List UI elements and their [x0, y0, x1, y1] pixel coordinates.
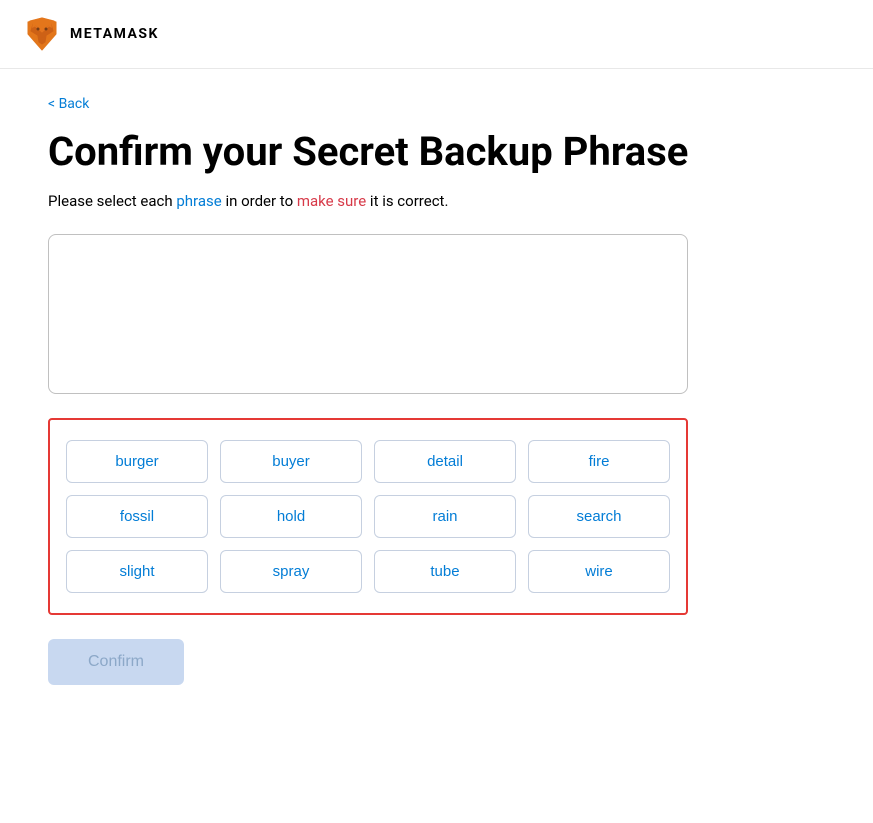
word-button-search[interactable]: search: [528, 495, 670, 538]
word-button-buyer[interactable]: buyer: [220, 440, 362, 483]
word-button-rain[interactable]: rain: [374, 495, 516, 538]
confirm-button[interactable]: Confirm: [48, 639, 184, 685]
page-title: Confirm your Secret Backup Phrase: [48, 128, 825, 176]
word-button-spray[interactable]: spray: [220, 550, 362, 593]
word-grid: burger buyer detail fire fossil hold rai…: [66, 440, 670, 593]
word-button-burger[interactable]: burger: [66, 440, 208, 483]
subtitle-after: it is correct.: [366, 192, 448, 210]
word-button-detail[interactable]: detail: [374, 440, 516, 483]
word-button-fossil[interactable]: fossil: [66, 495, 208, 538]
word-selection-area: burger buyer detail fire fossil hold rai…: [48, 418, 688, 615]
word-button-wire[interactable]: wire: [528, 550, 670, 593]
word-button-fire[interactable]: fire: [528, 440, 670, 483]
metamask-logo-icon: [24, 16, 60, 52]
main-content: < Back Confirm your Secret Backup Phrase…: [0, 69, 873, 709]
phrase-display-box: [48, 234, 688, 394]
subtitle: Please select each phrase in order to ma…: [48, 192, 825, 210]
header: METAMASK: [0, 0, 873, 69]
word-button-hold[interactable]: hold: [220, 495, 362, 538]
word-button-slight[interactable]: slight: [66, 550, 208, 593]
subtitle-middle: in order to: [222, 192, 297, 210]
word-button-tube[interactable]: tube: [374, 550, 516, 593]
subtitle-make: make sure: [297, 192, 366, 210]
logo-text: METAMASK: [70, 26, 159, 42]
subtitle-phrase: phrase: [176, 192, 221, 210]
subtitle-before: Please select each: [48, 192, 176, 210]
back-link[interactable]: < Back: [48, 96, 89, 112]
